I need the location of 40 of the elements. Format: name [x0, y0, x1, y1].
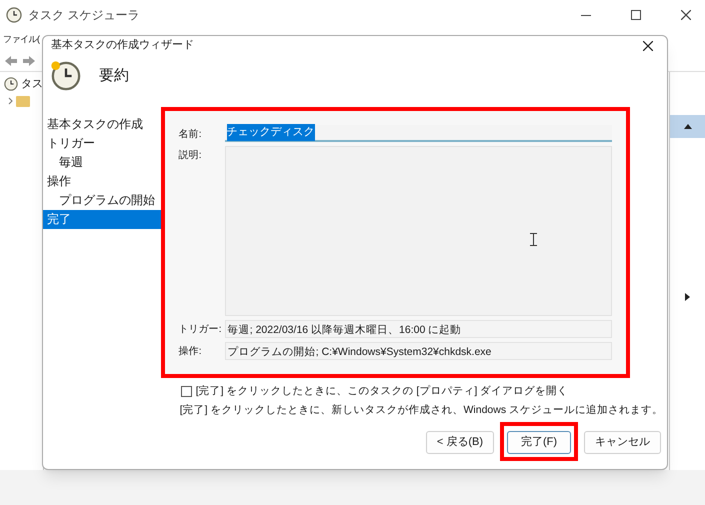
name-field[interactable]: チェックディスク — [224, 124, 612, 142]
clock-icon — [4, 77, 18, 92]
forward-arrow-icon[interactable] — [22, 54, 36, 66]
tree-item[interactable]: タス — [21, 76, 43, 92]
description-field[interactable] — [224, 146, 612, 316]
wizard-step: トリガー — [43, 134, 161, 153]
clock-icon — [6, 7, 22, 23]
back-arrow-icon[interactable] — [4, 54, 18, 66]
maximize-icon[interactable] — [631, 10, 641, 20]
info-text: [完了] をクリックしたときに、新しいタスクが作成され、Windows スケジュールに追加されます。 — [178, 402, 663, 418]
dialog-title: 基本タスクの作成ウィザード — [51, 38, 195, 54]
checkbox-label[interactable]: [完了] をクリックしたときに、このタスクの [プロパティ] ダイアログを開く — [196, 384, 568, 400]
menu-item[interactable]: ファイル( — [3, 33, 40, 47]
field-label: 操作: — [178, 345, 203, 360]
wizard-step: プログラムの開始 — [43, 190, 161, 210]
wizard-step: 毎週 — [43, 152, 161, 172]
close-icon[interactable] — [681, 10, 691, 20]
field-label: 説明: — [178, 148, 203, 163]
wizard-step: 完了 — [43, 210, 161, 229]
submenu-arrow-icon — [685, 293, 690, 301]
wizard-button[interactable]: 完了(F) — [507, 431, 571, 454]
chevron-icon[interactable] — [8, 97, 13, 105]
folder-icon — [16, 96, 30, 106]
wizard-step: 操作 — [43, 172, 161, 191]
close-icon[interactable] — [643, 40, 653, 51]
minimize-icon[interactable] — [581, 14, 591, 16]
summary-field: 毎週; 2022/03/16 以降毎週木曜日、16:00 に起動 — [224, 320, 612, 338]
summary-field: プログラムの開始; C:¥Windows¥System32¥chkdsk.exe — [224, 342, 612, 360]
wizard-button[interactable]: < 戻る(B) — [426, 431, 494, 454]
wizard-button[interactable]: キャンセル — [584, 431, 661, 454]
window-title: タスク スケジューラ — [28, 7, 140, 24]
text-cursor-icon — [530, 232, 537, 246]
collapse-icon[interactable] — [684, 124, 692, 129]
page-heading: 要約 — [99, 66, 129, 86]
checkbox[interactable] — [180, 386, 192, 398]
panel-header[interactable] — [670, 115, 705, 138]
field-label: 名前: — [178, 128, 203, 142]
calendar-clock-icon — [51, 60, 81, 91]
wizard-step: 基本タスクの作成 — [43, 114, 161, 134]
field-label: トリガー: — [178, 323, 223, 338]
